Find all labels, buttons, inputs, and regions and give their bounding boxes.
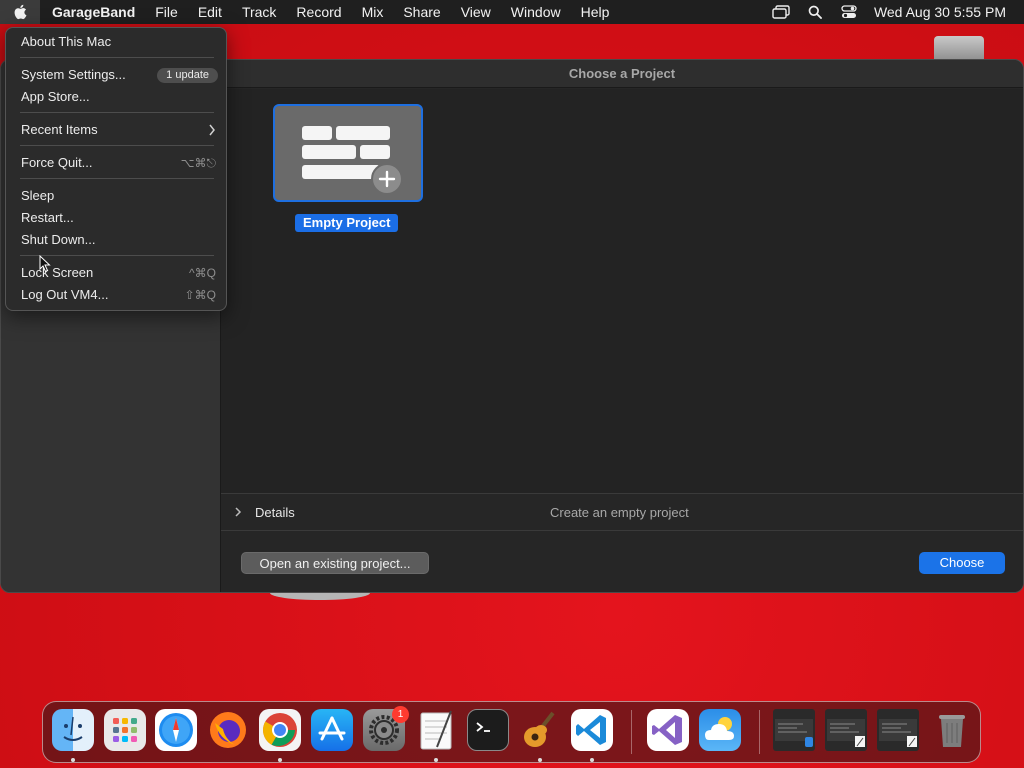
about-label: About This Mac xyxy=(21,34,112,49)
menu-separator xyxy=(20,57,214,58)
spotlight-search-icon[interactable] xyxy=(798,0,832,24)
menu-window[interactable]: Window xyxy=(501,0,571,24)
menu-item-recent-items[interactable]: Recent Items xyxy=(12,119,220,141)
app-store-icon[interactable] xyxy=(311,709,353,751)
apple-menu-button[interactable] xyxy=(0,0,40,24)
mouse-pointer-icon xyxy=(39,255,51,273)
chevron-right-icon[interactable] xyxy=(234,506,242,518)
launchpad-icon[interactable] xyxy=(104,709,146,751)
menu-app-name[interactable]: GarageBand xyxy=(40,0,145,24)
choose-button[interactable]: Choose xyxy=(919,552,1005,574)
force-quit-shortcut: ⌥⌘⎋ xyxy=(180,156,216,170)
window-title: Choose a Project xyxy=(221,60,1023,88)
menu-item-force-quit[interactable]: Force Quit... ⌥⌘⎋ xyxy=(12,152,220,174)
menu-item-log-out[interactable]: Log Out VM4... ⇧⌘Q xyxy=(12,284,220,306)
finder-icon[interactable] xyxy=(52,709,94,751)
safari-icon[interactable] xyxy=(155,709,197,751)
app-store-label: App Store... xyxy=(21,89,90,104)
menu-item-about-this-mac[interactable]: About This Mac xyxy=(12,31,220,53)
running-indicator xyxy=(538,758,542,762)
firefox-icon[interactable] xyxy=(207,709,249,751)
menu-separator xyxy=(20,112,214,113)
dock: 1 xyxy=(42,701,981,763)
icloud-icon[interactable] xyxy=(699,709,741,751)
menu-record[interactable]: Record xyxy=(286,0,351,24)
trash-icon[interactable] xyxy=(931,709,973,751)
template-description: Create an empty project xyxy=(550,505,689,520)
project-templates-area: Empty Project xyxy=(221,89,1023,493)
menu-bar: GarageBand File Edit Track Record Mix Sh… xyxy=(0,0,1024,24)
shut-down-label: Shut Down... xyxy=(21,232,96,247)
menu-track[interactable]: Track xyxy=(232,0,286,24)
vscode-icon[interactable] xyxy=(571,709,613,751)
menubar-clock[interactable]: Wed Aug 30 5:55 PM xyxy=(866,4,1024,20)
running-indicator xyxy=(71,758,75,762)
chrome-icon[interactable] xyxy=(259,709,301,751)
restart-label: Restart... xyxy=(21,210,74,225)
window-footer: Open an existing project... Choose xyxy=(221,532,1023,592)
menu-help[interactable]: Help xyxy=(571,0,620,24)
running-indicator xyxy=(278,758,282,762)
recent-document-thumbnail-icon[interactable] xyxy=(877,709,919,751)
terminal-icon[interactable] xyxy=(467,709,509,751)
menu-file[interactable]: File xyxy=(145,0,188,24)
textedit-icon[interactable] xyxy=(415,709,457,751)
force-quit-label: Force Quit... xyxy=(21,155,93,170)
menu-mix[interactable]: Mix xyxy=(352,0,394,24)
menu-edit[interactable]: Edit xyxy=(188,0,232,24)
visual-studio-icon[interactable] xyxy=(647,709,689,751)
details-toggle[interactable]: Details xyxy=(255,505,295,520)
menu-view[interactable]: View xyxy=(451,0,501,24)
menu-separator xyxy=(20,178,214,179)
chevron-right-icon xyxy=(209,124,215,136)
menu-separator xyxy=(20,145,214,146)
status-area: Wed Aug 30 5:55 PM xyxy=(764,0,1024,24)
menu-share[interactable]: Share xyxy=(393,0,450,24)
sleep-label: Sleep xyxy=(21,188,55,203)
notification-badge: 1 xyxy=(392,706,409,723)
menu-item-app-store[interactable]: App Store... xyxy=(12,86,220,108)
control-center-icon[interactable] xyxy=(832,0,866,24)
running-indicator xyxy=(434,758,438,762)
recent-document-thumbnail-icon[interactable] xyxy=(825,709,867,751)
details-bar: Details Create an empty project xyxy=(221,493,1023,531)
recent-items-label: Recent Items xyxy=(21,122,98,137)
dock-separator xyxy=(759,710,760,754)
running-indicator xyxy=(590,758,594,762)
open-existing-project-button[interactable]: Open an existing project... xyxy=(241,552,429,574)
empty-project-tile[interactable] xyxy=(273,104,423,202)
log-out-shortcut: ⇧⌘Q xyxy=(184,288,216,302)
dock-separator xyxy=(631,710,632,754)
update-badge: 1 update xyxy=(157,68,218,83)
menu-item-restart[interactable]: Restart... xyxy=(12,207,220,229)
menu-item-shut-down[interactable]: Shut Down... xyxy=(12,229,220,251)
system-settings-label: System Settings... xyxy=(21,67,126,82)
lock-screen-shortcut: ^⌘Q xyxy=(189,266,216,280)
screen-mirroring-icon[interactable] xyxy=(764,0,798,24)
lock-screen-label: Lock Screen xyxy=(21,265,94,280)
plus-icon xyxy=(371,163,403,195)
log-out-label: Log Out VM4... xyxy=(21,287,109,302)
apple-logo-icon xyxy=(14,4,27,20)
garageband-icon[interactable] xyxy=(519,709,561,751)
menu-item-system-settings[interactable]: System Settings... 1 update xyxy=(12,64,220,86)
empty-project-label[interactable]: Empty Project xyxy=(295,214,399,232)
recent-window-thumbnail-icon[interactable] xyxy=(773,709,815,751)
menu-item-sleep[interactable]: Sleep xyxy=(12,185,220,207)
